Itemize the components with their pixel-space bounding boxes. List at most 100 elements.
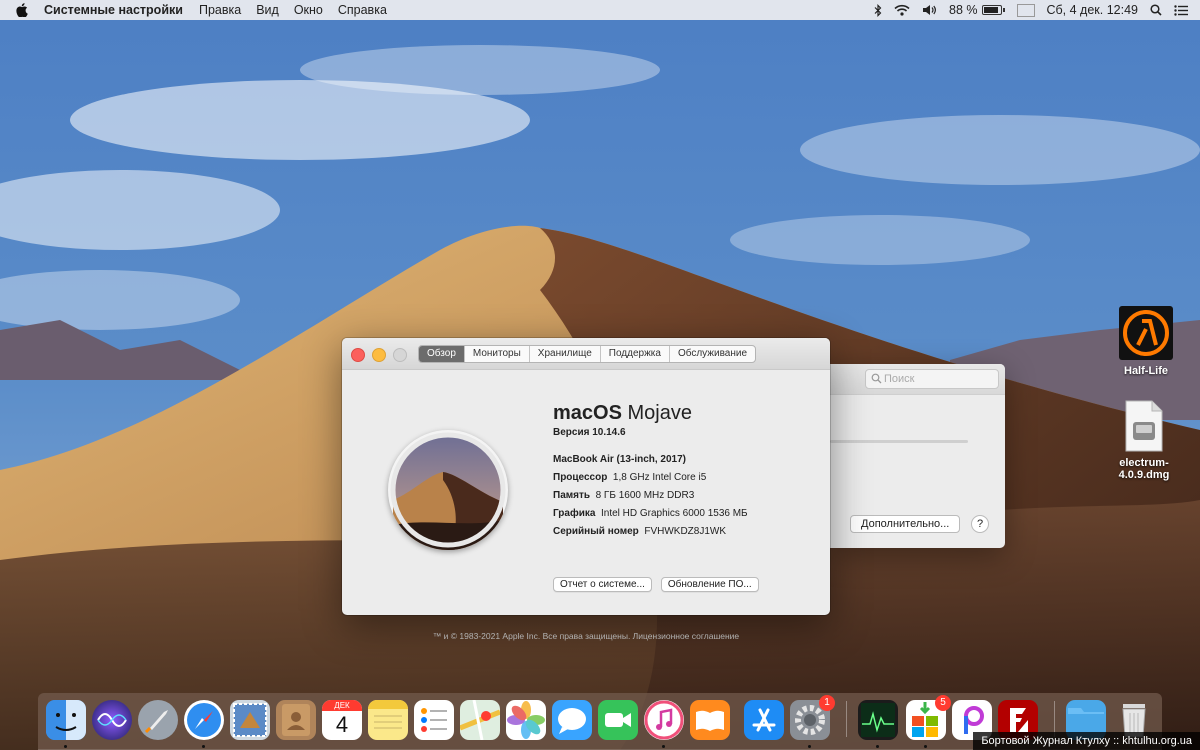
disk-image-icon	[1124, 400, 1164, 452]
advanced-button[interactable]: Дополнительно...	[850, 515, 961, 533]
tab-service[interactable]: Обслуживание	[668, 346, 755, 362]
minimize-button[interactable]	[372, 348, 386, 362]
software-update-button[interactable]: Обновление ПО...	[660, 577, 759, 592]
close-button[interactable]	[351, 348, 365, 362]
messages-bubble-icon	[558, 708, 586, 734]
spec-label: Графика	[553, 508, 596, 519]
model-name: MacBook Air (13-inch, 2017)	[553, 454, 687, 465]
dock-separator	[846, 701, 847, 737]
macos-mojave-logo	[388, 430, 508, 550]
wifi-icon[interactable]	[894, 4, 910, 16]
watermark: Бортовой Журнал Ктулху :: khtulhu.org.ua	[973, 732, 1200, 750]
apple-menu-icon[interactable]	[16, 3, 30, 17]
notification-center-icon[interactable]	[1174, 4, 1188, 16]
calendar-month: ДЕК	[322, 700, 362, 711]
notification-badge: 1	[819, 695, 835, 711]
spec-value: FVHWKDZ8J1WK	[644, 526, 727, 537]
spec-value: 1,8 GHz Intel Core i5	[612, 472, 707, 483]
tab-support[interactable]: Поддержка	[599, 346, 669, 362]
menu-clock[interactable]: Сб, 4 дек. 12:49	[1047, 3, 1139, 17]
dock-mail[interactable]	[230, 700, 270, 740]
dock-launchpad[interactable]	[138, 700, 178, 740]
dock-system-preferences[interactable]: 1	[790, 695, 835, 740]
system-report-button[interactable]: Отчет о системе...	[553, 577, 652, 592]
dock-calendar[interactable]: ДЕК 4	[322, 700, 362, 740]
notes-icon	[368, 700, 408, 729]
siri-icon	[97, 713, 127, 727]
running-indicator	[924, 745, 927, 748]
dock-photos[interactable]	[506, 700, 546, 740]
battery-icon	[981, 5, 1002, 15]
half-life-icon	[1119, 306, 1173, 360]
dock-siri[interactable]	[92, 700, 132, 740]
dock-activity-monitor[interactable]	[858, 700, 898, 740]
menu-help[interactable]: Справка	[338, 3, 387, 17]
dock-safari[interactable]	[184, 700, 224, 740]
battery-level-fill	[983, 7, 998, 13]
dock-app-store[interactable]	[744, 700, 784, 740]
os-release: Mojave	[627, 402, 692, 424]
window-controls	[351, 348, 407, 362]
search-placeholder: Поиск	[884, 373, 915, 385]
finder-icon	[46, 700, 86, 740]
desktop-icon-label: electrum-4.0.9.dmg	[1118, 457, 1170, 481]
desktop-icon-electrum-dmg[interactable]: electrum-4.0.9.dmg	[1094, 400, 1194, 481]
spec-value: 8 ГБ 1600 MHz DDR3	[595, 490, 695, 501]
bluetooth-icon[interactable]	[874, 3, 882, 17]
menu-edit[interactable]: Правка	[199, 3, 241, 17]
spec-label: Процессор	[553, 472, 608, 483]
safari-compass-icon	[187, 703, 221, 737]
about-body: macOS Mojave Версия 10.14.6 MacBook Air …	[342, 370, 830, 641]
activity-monitor-icon	[861, 703, 895, 737]
dock-notes[interactable]	[368, 700, 408, 740]
dock-maps[interactable]	[460, 700, 500, 740]
about-titlebar[interactable]: Обзор Мониторы Хранилище Поддержка Обслу…	[342, 338, 830, 370]
spec-label: Память	[553, 490, 591, 501]
zoom-button[interactable]	[393, 348, 407, 362]
about-buttons: Отчет о системе... Обновление ПО...	[553, 577, 759, 592]
facetime-camera-icon	[605, 713, 631, 727]
battery-percent: 88 %	[949, 3, 978, 17]
dock-contacts[interactable]	[276, 700, 316, 740]
reminders-icon	[421, 708, 447, 732]
prefs-search-field[interactable]: Поиск	[865, 369, 999, 389]
tab-displays[interactable]: Мониторы	[463, 346, 529, 362]
dock-itunes[interactable]	[644, 700, 684, 740]
dock-finder[interactable]	[46, 700, 86, 740]
menu-view[interactable]: Вид	[256, 3, 279, 17]
spec-graphics: Графика Intel HD Graphics 6000 1536 МБ	[553, 508, 748, 519]
contacts-book-icon	[282, 704, 310, 736]
dock-messages[interactable]	[552, 700, 592, 740]
battery-status[interactable]: 88 %	[949, 3, 1005, 17]
calendar-day: 4	[335, 712, 349, 737]
spec-serial: Серийный номер FVHWKDZ8J1WK	[553, 526, 748, 537]
spec-label: Серийный номер	[553, 526, 639, 537]
maps-icon	[460, 700, 500, 740]
menu-app-name[interactable]: Системные настройки	[44, 3, 183, 17]
tab-storage[interactable]: Хранилище	[528, 346, 600, 362]
running-indicator	[876, 745, 879, 748]
desktop-icon-half-life[interactable]: Half-Life	[1096, 306, 1196, 377]
spotlight-icon[interactable]	[1150, 4, 1162, 16]
tab-overview[interactable]: Обзор	[419, 346, 464, 362]
help-button[interactable]: ?	[971, 515, 989, 533]
menu-status-area: 88 % Сб, 4 дек. 12:49	[874, 0, 1200, 20]
dock-books[interactable]	[690, 700, 730, 740]
running-indicator	[808, 745, 811, 748]
os-version: Версия 10.14.6	[553, 427, 626, 438]
system-info: macOS Mojave Версия 10.14.6 MacBook Air …	[553, 402, 748, 537]
prefs-slider-track[interactable]	[830, 440, 968, 443]
copyright-notice[interactable]: ™ и © 1983-2021 Apple Inc. Все права защ…	[342, 631, 830, 641]
menu-window[interactable]: Окно	[294, 3, 323, 17]
launchpad-rocket-icon	[144, 710, 168, 734]
desktop-icon-label: Half-Life	[1124, 365, 1168, 377]
dock-reminders[interactable]	[414, 700, 454, 740]
volume-icon[interactable]	[922, 4, 937, 16]
dock-facetime[interactable]	[598, 700, 638, 740]
dock-download-manager[interactable]: 5	[906, 695, 951, 740]
russian-flag-icon[interactable]	[1016, 3, 1035, 17]
battery-tip	[1002, 8, 1005, 12]
running-indicator	[202, 745, 205, 748]
app-store-icon	[752, 708, 776, 732]
mail-stamp-icon	[233, 703, 267, 737]
